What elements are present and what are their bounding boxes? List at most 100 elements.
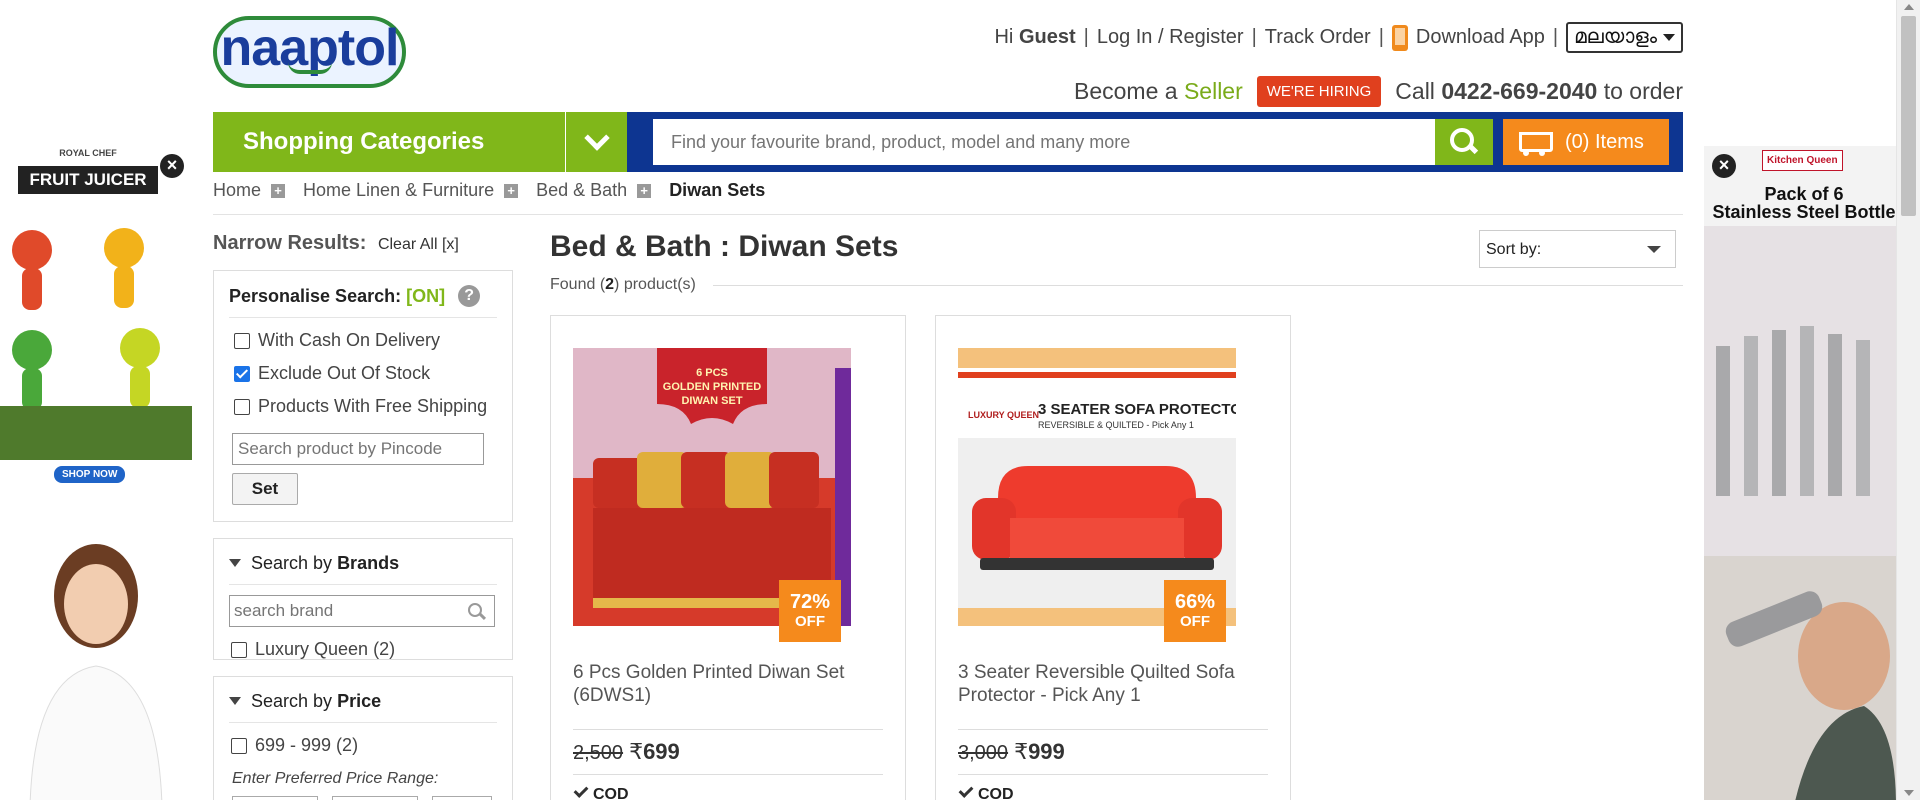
filter-cod[interactable]: With Cash On Delivery	[234, 330, 512, 351]
cart-button[interactable]: (0) Items	[1503, 119, 1669, 165]
product-name[interactable]: 6 Pcs Golden Printed Diwan Set (6DWS1)	[573, 661, 883, 707]
expand-plus-icon[interactable]: +	[504, 183, 519, 198]
rupee-icon: ₹	[1014, 739, 1029, 764]
results-count: Found (2) product(s)	[550, 276, 696, 294]
brand-search-box	[229, 595, 495, 627]
ad-subtitle: Stainless Steel Bottle	[1712, 202, 1896, 222]
personalise-toggle[interactable]: [ON]	[406, 286, 445, 306]
panel-heading[interactable]: Search by Price	[229, 691, 497, 723]
narrow-results-header: Narrow Results: Clear All [x]	[213, 232, 459, 255]
discount-percent: 66%	[1174, 591, 1216, 613]
checkbox-checked[interactable]	[234, 365, 250, 382]
help-icon[interactable]: ?	[458, 285, 481, 307]
divider	[573, 729, 883, 730]
checkbox[interactable]	[231, 641, 247, 658]
expand-plus-icon[interactable]: +	[271, 183, 286, 198]
discount-badge: 66% OFF	[1164, 580, 1226, 642]
product-name[interactable]: 3 Seater Reversible Quilted Sofa Protect…	[958, 661, 1268, 707]
product-card[interactable]: 6 PCS GOLDEN PRINTED DIWAN SET 72% OFF 6…	[550, 315, 906, 800]
page-scrollbar[interactable]	[1896, 0, 1920, 800]
greeting: Hi	[994, 26, 1014, 48]
offer-price: 699	[643, 739, 680, 764]
naaptol-logo[interactable]: naaptol	[213, 16, 406, 88]
divider	[213, 214, 1683, 215]
divider	[958, 729, 1268, 730]
checkbox[interactable]	[231, 737, 247, 754]
brands-prefix: Search by	[251, 553, 333, 573]
filter-free-shipping[interactable]: Products With Free Shipping	[234, 396, 512, 417]
divider: |	[1083, 26, 1089, 48]
left-ad-close-icon[interactable]: ×	[160, 154, 184, 178]
price-label: Price	[337, 691, 382, 711]
filter-exclude-out-of-stock[interactable]: Exclude Out Of Stock	[234, 363, 512, 384]
min-price-input[interactable]	[232, 796, 318, 800]
search-input[interactable]	[653, 119, 1435, 165]
right-ad-banner[interactable]: × Kitchen Queen Pack of 6 Stainless Stee…	[1704, 146, 1896, 800]
product-card[interactable]: LUXURY QUEEN 3 SEATER SOFA PROTECTOR REV…	[935, 315, 1291, 800]
mrp: 3,000	[958, 742, 1009, 764]
checkbox[interactable]	[234, 332, 250, 349]
found-prefix: Found (	[550, 276, 606, 293]
scroll-thumb[interactable]	[1901, 16, 1916, 216]
breadcrumb-home[interactable]: Home	[213, 180, 261, 201]
divider: |	[1378, 26, 1384, 48]
shopping-categories-button[interactable]: Shopping Categories	[213, 112, 565, 172]
breadcrumb-bed-bath[interactable]: Bed & Bath	[536, 180, 627, 201]
user-name: Guest	[1018, 26, 1076, 48]
panel-heading: Personalise Search: [ON] ?	[229, 285, 497, 318]
search-button[interactable]	[1435, 119, 1493, 165]
login-link[interactable]: Log In / Register	[1097, 26, 1244, 49]
brands-filter-panel: Search by Brands Luxury Queen (2)	[213, 538, 513, 660]
page-title: Bed & Bath : Diwan Sets	[550, 230, 899, 263]
bottles-illustration	[1704, 226, 1896, 800]
set-pincode-button[interactable]: Set	[232, 473, 298, 505]
language-value: മലയാളം	[1574, 26, 1657, 48]
clear-all-link[interactable]: Clear All [x]	[378, 236, 459, 253]
seller-row: Become a Seller WE'RE HIRING Call 0422-6…	[1074, 76, 1683, 107]
cod-available: COD	[958, 783, 1014, 800]
max-price-input[interactable]	[332, 796, 418, 800]
breadcrumb: Home + Home Linen & Furniture + Bed & Ba…	[213, 180, 765, 201]
divider	[713, 285, 1683, 286]
divider	[958, 774, 1268, 775]
image-banner-text: 6 PCS	[696, 367, 728, 379]
image-banner-text: 3 SEATER SOFA PROTECTOR	[1038, 401, 1236, 418]
expand-plus-icon[interactable]: +	[637, 183, 652, 198]
panel-heading[interactable]: Search by Brands	[229, 553, 497, 585]
download-app-link[interactable]: Download App	[1416, 26, 1545, 49]
scroll-down-icon[interactable]	[1904, 790, 1914, 796]
divider: |	[1251, 26, 1257, 48]
collapse-triangle-icon	[229, 559, 241, 567]
right-ad-close-icon[interactable]: ×	[1712, 154, 1736, 178]
left-ad-banner[interactable]: ROYAL CHEF FRUIT JUICER × SHOP NOW ₹399/…	[0, 146, 192, 800]
chevron-down-icon	[1647, 246, 1661, 253]
sort-select[interactable]: Sort by:	[1479, 230, 1676, 268]
juicer-illustration	[0, 228, 192, 460]
checkbox-label: Luxury Queen (2)	[255, 639, 396, 659]
mobile-phone-icon	[1391, 24, 1408, 51]
breadcrumb-home-linen[interactable]: Home Linen & Furniture	[303, 180, 494, 201]
track-order-link[interactable]: Track Order	[1265, 26, 1371, 49]
image-brand-text: LUXURY QUEEN	[968, 410, 1039, 420]
ad-cta[interactable]: SHOP NOW	[54, 466, 126, 483]
discount-label: OFF	[795, 613, 825, 630]
search-icon	[1450, 128, 1478, 156]
brand-search-input[interactable]	[230, 596, 460, 626]
scroll-up-icon[interactable]	[1904, 4, 1914, 10]
checkbox[interactable]	[234, 398, 250, 415]
checkbox-label: Products With Free Shipping	[258, 396, 488, 416]
search-icon[interactable]	[468, 603, 486, 621]
language-select[interactable]: മലയാളം	[1566, 22, 1683, 53]
seller-link[interactable]: Seller	[1184, 78, 1243, 105]
phone-number: 0422-669-2040	[1441, 78, 1598, 104]
found-count: 2	[605, 276, 615, 293]
filter-brand-luxury-queen[interactable]: Luxury Queen (2)	[231, 639, 512, 660]
divider	[573, 774, 883, 775]
pincode-input[interactable]	[232, 433, 484, 465]
brands-label: Brands	[337, 553, 400, 573]
checkbox-label: 699 - 999 (2)	[255, 735, 359, 755]
categories-dropdown-toggle[interactable]	[565, 112, 627, 172]
filter-price-699-999[interactable]: 699 - 999 (2)	[231, 735, 512, 756]
hiring-badge[interactable]: WE'RE HIRING	[1256, 76, 1382, 107]
go-price-button[interactable]	[432, 796, 492, 800]
